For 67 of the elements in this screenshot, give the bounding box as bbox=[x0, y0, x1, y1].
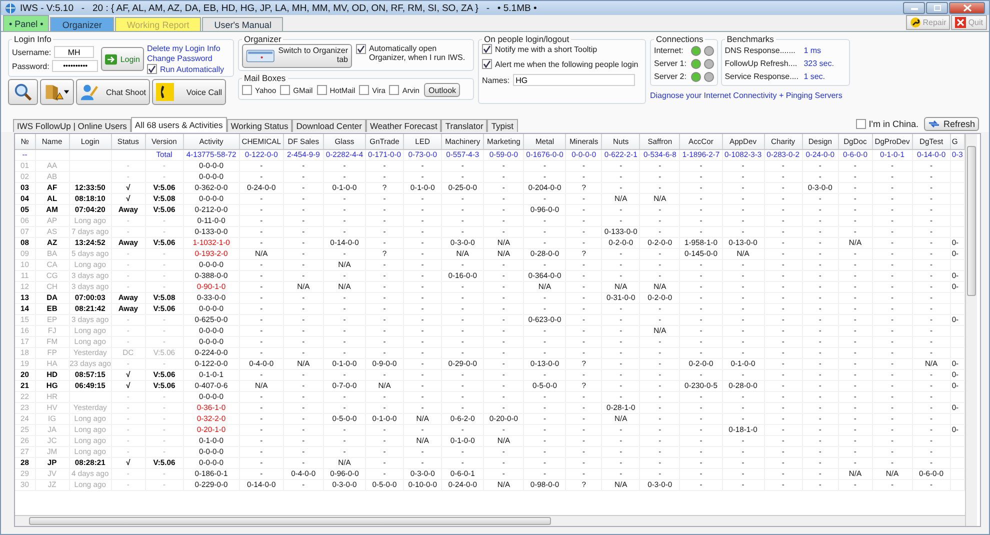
checkmark-icon bbox=[148, 65, 156, 73]
checkmark-icon bbox=[357, 45, 365, 53]
benchmark-value: 1 ms bbox=[804, 46, 822, 55]
china-checkbox[interactable]: I'm in China. bbox=[856, 119, 918, 129]
app-tab[interactable]: Organizer bbox=[50, 17, 114, 31]
maximize-icon bbox=[932, 4, 942, 12]
phone-icon bbox=[156, 83, 174, 101]
globe-icon bbox=[5, 2, 16, 14]
diagnose-link[interactable]: Diagnose your Internet Connectivity + Pinging Servers bbox=[650, 91, 842, 100]
close-icon bbox=[955, 17, 966, 28]
group-title: Mail Boxes bbox=[243, 73, 287, 83]
minimize-icon bbox=[910, 5, 918, 11]
app-tab[interactable]: • Panel • bbox=[3, 15, 50, 31]
search-button[interactable] bbox=[8, 79, 38, 105]
wrench-icon bbox=[910, 17, 921, 28]
field-label: Password: bbox=[12, 62, 50, 70]
notify-checkbox[interactable]: Alert me when the following people login bbox=[482, 59, 642, 69]
window-title: IWS - V:5.10 - 20 : { AF, AL, AM, AZ, DA, EB, HD, HG, JP, LA, MH, MM, MV, OD, ON, RF, RM, SI, SO, ZA } - • 5.1MB • bbox=[20, 2, 537, 14]
person-icon bbox=[80, 83, 98, 101]
vertical-scrollbar[interactable] bbox=[965, 134, 977, 526]
notify-checkbox[interactable]: Notify me with a short Tooltip bbox=[482, 44, 642, 54]
benchmark-value: 1 sec. bbox=[804, 72, 826, 81]
search-icon bbox=[14, 83, 32, 101]
maximize-button[interactable] bbox=[926, 2, 948, 14]
benchmark-value: 323 sec. bbox=[804, 59, 834, 68]
tab[interactable]: Translator bbox=[441, 119, 488, 132]
username-field[interactable]: MH bbox=[54, 46, 94, 58]
folder-warning-icon bbox=[44, 83, 70, 101]
tab[interactable]: Typist bbox=[487, 119, 518, 132]
connection-label: Server 2: bbox=[654, 72, 688, 81]
minimize-button[interactable] bbox=[903, 2, 925, 14]
field-label: Names: bbox=[482, 76, 510, 84]
tab[interactable]: IWS FollowUp | Online Users bbox=[13, 119, 131, 132]
switch-organizer-button[interactable]: Switch to Organizer tab bbox=[242, 44, 352, 68]
group-title: Connections bbox=[655, 34, 704, 44]
horizontal-scrollbar[interactable] bbox=[15, 515, 965, 526]
refresh-icon bbox=[928, 119, 940, 129]
refresh-button[interactable]: Refresh bbox=[924, 117, 979, 131]
benchmark-label: DNS Response....... bbox=[724, 46, 796, 55]
group-title: Login Info bbox=[13, 34, 52, 44]
auto-open-checkbox[interactable]: Automatically open Organizer, when I run IWS. bbox=[356, 44, 468, 68]
link[interactable]: Delete my Login Info bbox=[146, 44, 224, 53]
connection-label: Internet: bbox=[654, 46, 684, 55]
benchmark-label: Service Response.... bbox=[724, 72, 800, 81]
tab[interactable]: All 68 users & Activities bbox=[130, 117, 227, 132]
field-label: Username: bbox=[12, 48, 52, 56]
group-title: Benchmarks bbox=[726, 34, 775, 44]
arrow-icon bbox=[105, 54, 118, 64]
link[interactable]: Change Password bbox=[146, 54, 224, 63]
group-title: Organizer bbox=[243, 34, 282, 44]
benchmark-label: FollowUp Refresh.... bbox=[724, 59, 798, 68]
app-tab[interactable]: User's Manual bbox=[202, 17, 284, 31]
voice-call-button[interactable]: Voice Call bbox=[152, 79, 226, 105]
tab[interactable]: Working Status bbox=[226, 119, 292, 132]
tab[interactable]: Download Center bbox=[292, 119, 366, 132]
calendar-icon bbox=[246, 47, 275, 65]
login-button[interactable]: Login bbox=[101, 47, 144, 71]
outlook-button[interactable]: Outlook bbox=[424, 83, 460, 97]
chat-shoot-button[interactable]: Chat Shoot bbox=[76, 79, 150, 105]
folder-button[interactable] bbox=[40, 79, 74, 105]
connection-label: Server 1: bbox=[654, 59, 688, 68]
close-icon bbox=[962, 4, 972, 12]
tab[interactable]: Weather Forecast bbox=[366, 119, 442, 132]
run-automatically-checkbox[interactable]: Run Automatically bbox=[146, 64, 224, 74]
group-title: On people login/logout bbox=[483, 34, 570, 44]
close-button[interactable] bbox=[949, 2, 985, 14]
names-field[interactable]: HG bbox=[512, 74, 635, 86]
